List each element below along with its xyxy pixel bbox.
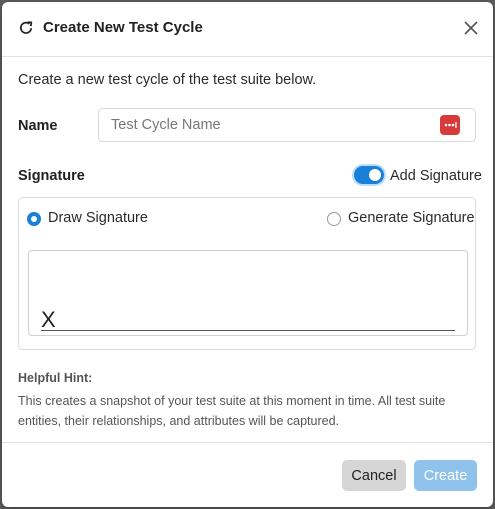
create-button[interactable]: Create: [414, 460, 477, 491]
add-signature-toggle[interactable]: [354, 166, 384, 184]
close-icon[interactable]: [463, 20, 479, 36]
hint-title: Helpful Hint:: [18, 371, 93, 385]
draw-signature-radio[interactable]: [27, 212, 41, 226]
signature-pad[interactable]: X: [28, 250, 468, 336]
draw-signature-label[interactable]: Draw Signature: [48, 210, 148, 226]
toggle-knob: [369, 169, 381, 181]
signature-label: Signature: [18, 168, 85, 184]
create-test-cycle-dialog: Create New Test Cycle Create a new test …: [2, 2, 493, 507]
refresh-icon: [18, 20, 34, 36]
name-field-container: [98, 108, 476, 142]
password-manager-icon[interactable]: [440, 115, 460, 135]
hint-text: This creates a snapshot of your test sui…: [18, 394, 446, 428]
signature-line: [41, 330, 455, 331]
add-signature-label[interactable]: Add Signature: [390, 168, 482, 184]
dialog-title: Create New Test Cycle: [43, 19, 203, 36]
dialog-intro-text: Create a new test cycle of the test suit…: [18, 72, 317, 88]
name-input[interactable]: [99, 109, 453, 141]
dialog-header: Create New Test Cycle: [2, 2, 493, 57]
generate-signature-label[interactable]: Generate Signature: [348, 210, 475, 226]
name-label: Name: [18, 118, 58, 134]
dialog-footer: Cancel Create: [2, 442, 493, 507]
generate-signature-radio[interactable]: [327, 212, 341, 226]
cancel-button[interactable]: Cancel: [342, 460, 406, 491]
signature-panel: Draw Signature Generate Signature X: [18, 197, 476, 350]
